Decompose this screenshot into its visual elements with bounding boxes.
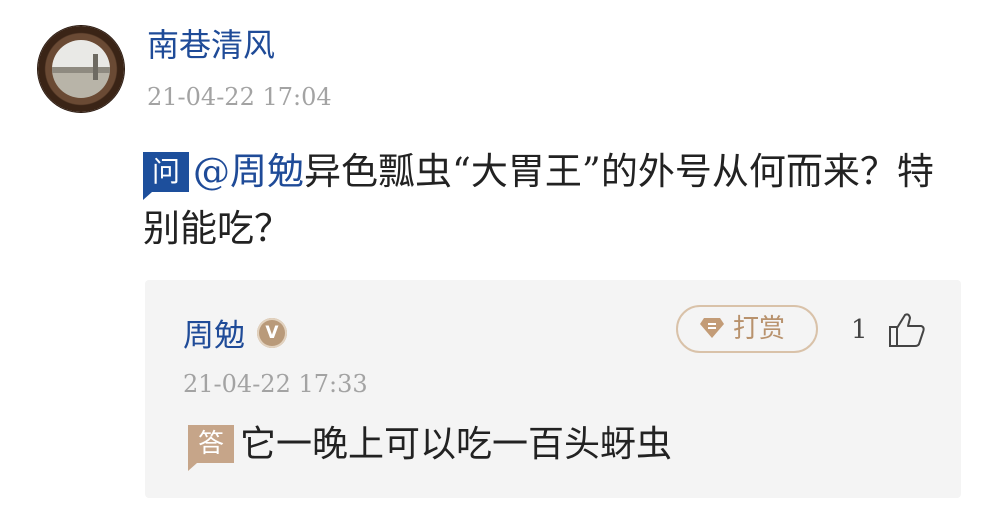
avatar-image [52,40,110,98]
answer-card: 周勉 V 打赏 1 21-04-22 17:33 答它一晚上可以吃一百头蚜虫 [145,280,961,498]
thumbs-up-icon[interactable] [887,312,927,348]
answer-timestamp: 21-04-22 17:33 [183,370,368,398]
answer-badge: 答 [188,425,234,471]
question-text: 问 @周勉异色瓢虫“大胃王”的外号从何而来？特别能吃？ [143,143,943,257]
answer-author[interactable]: 周勉 [183,310,245,355]
question-badge: 问 [143,152,189,200]
answer-body: 它一晚上可以吃一百头蚜虫 [240,424,673,465]
mention-link[interactable]: @周勉 [193,150,304,193]
question-author[interactable]: 南巷清风 [147,27,275,63]
answer-text: 答它一晚上可以吃一百头蚜虫 [188,423,673,471]
gem-icon [700,318,724,338]
verified-badge-icon: V [257,318,287,348]
like-count: 1 [851,315,868,345]
tip-label: 打赏 [733,314,786,344]
question-timestamp: 21-04-22 17:04 [147,83,332,111]
avatar[interactable] [38,26,124,112]
tip-button[interactable]: 打赏 [676,305,818,353]
